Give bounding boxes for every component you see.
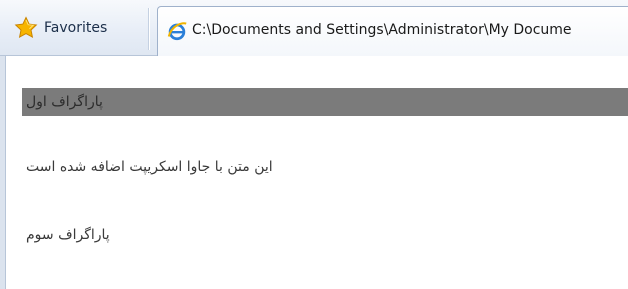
favorites-star-icon (14, 16, 38, 39)
internet-explorer-icon (167, 22, 187, 41)
page-content: پاراگراف اول این متن با جاوا اسکریپت اضا… (0, 56, 628, 289)
paragraph-first: پاراگراف اول (22, 88, 628, 116)
tab-document[interactable]: C:\Documents and Settings\Administrator\… (157, 6, 628, 56)
paragraph-text: این متن با جاوا اسکریپت اضافه شده است (26, 159, 273, 175)
browser-toolbar: Favorites C:\Documents and Settings\Admi… (0, 0, 628, 56)
paragraph-text: پاراگراف سوم (26, 227, 110, 243)
paragraph-third: پاراگراف سوم (22, 221, 628, 249)
window-left-border (0, 56, 6, 289)
tab-title: C:\Documents and Settings\Administrator\… (192, 22, 572, 38)
favorites-button[interactable]: Favorites (10, 9, 146, 47)
paragraph-text: پاراگراف اول (26, 94, 103, 110)
toolbar-separator (148, 8, 150, 50)
paragraph-second: این متن با جاوا اسکریپت اضافه شده است (22, 153, 628, 181)
favorites-label: Favorites (44, 20, 108, 36)
